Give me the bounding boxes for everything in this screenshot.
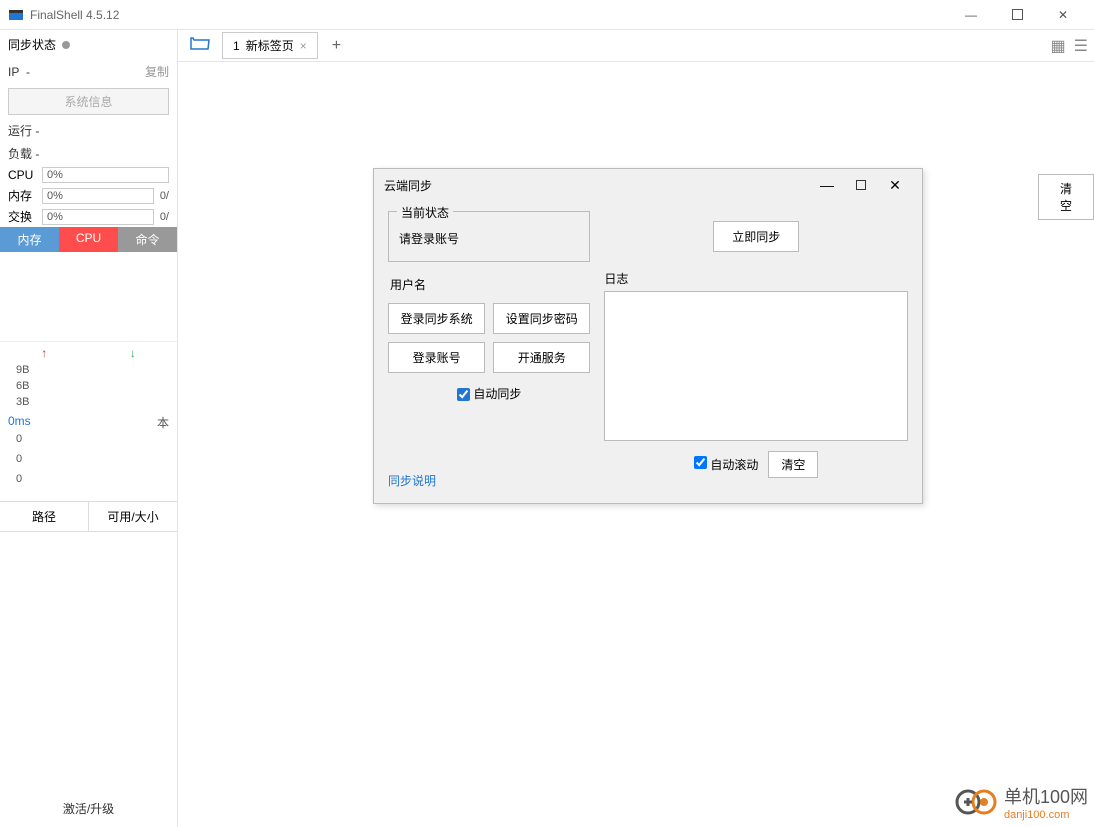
scale-6b: 6B xyxy=(0,380,177,396)
swap-extra: 0/ xyxy=(160,211,169,223)
scale-9b: 9B xyxy=(0,364,177,380)
watermark: 单机100网 danji100.com xyxy=(954,783,1088,821)
auto-scroll-label[interactable]: 自动滚动 xyxy=(694,456,758,473)
disk-table-body xyxy=(0,532,177,790)
log-textarea[interactable] xyxy=(604,291,908,441)
tab-1[interactable]: 1 新标签页 × xyxy=(222,32,318,59)
tabbar: 1 新标签页 × + ▦ ☰ xyxy=(178,30,1094,62)
swap-meter: 交换 0% 0/ xyxy=(0,206,177,227)
sync-help-link[interactable]: 同步说明 xyxy=(388,472,436,489)
sync-status-dot-icon xyxy=(62,41,70,49)
cpu-bar: 0% xyxy=(42,167,169,183)
tab-1-label: 新标签页 xyxy=(246,37,294,54)
swap-bar: 0% xyxy=(42,209,154,225)
memory-bar: 0% xyxy=(42,188,154,204)
arrow-up-icon: ↑ xyxy=(41,346,47,360)
running-line: 运行 - xyxy=(0,119,177,142)
open-service-button[interactable]: 开通服务 xyxy=(493,342,590,373)
disk-table-header: 路径 可用/大小 xyxy=(0,501,177,532)
maximize-button[interactable] xyxy=(994,0,1040,30)
sync-now-button[interactable]: 立即同步 xyxy=(713,221,799,252)
current-status-fieldset: 当前状态 请登录账号 xyxy=(388,211,590,262)
zero3: 0 xyxy=(0,473,177,493)
zero2: 0 xyxy=(0,453,177,473)
ip-label: IP xyxy=(8,65,19,79)
copy-ip-button[interactable]: 复制 xyxy=(145,63,169,80)
col-path[interactable]: 路径 xyxy=(0,502,89,531)
watermark-logo-icon xyxy=(954,787,998,817)
grid-view-icon[interactable]: ▦ xyxy=(1051,36,1066,56)
swap-label: 交换 xyxy=(8,208,36,225)
login-prompt-text: 请登录账号 xyxy=(399,232,459,246)
dialog-close-button[interactable]: ✕ xyxy=(878,177,912,194)
login-account-button[interactable]: 登录账号 xyxy=(388,342,485,373)
sidebar: 同步状态 IP - 复制 系统信息 运行 - 负载 - CPU 0% 内存 0%… xyxy=(0,30,178,827)
set-sync-password-button[interactable]: 设置同步密码 xyxy=(493,303,590,334)
watermark-name: 单机100网 xyxy=(1004,783,1088,809)
close-button[interactable]: ✕ xyxy=(1040,0,1086,30)
sync-status-label: 同步状态 xyxy=(8,36,56,53)
sync-status-row[interactable]: 同步状态 xyxy=(0,30,177,59)
login-sync-system-button[interactable]: 登录同步系统 xyxy=(388,303,485,334)
window-title: FinalShell 4.5.12 xyxy=(30,8,948,22)
dialog-title: 云端同步 xyxy=(384,177,810,194)
load-line: 负载 - xyxy=(0,142,177,165)
open-folder-icon[interactable] xyxy=(184,35,216,56)
local-label: 本 xyxy=(157,414,169,431)
clear-button[interactable]: 清空 xyxy=(1038,174,1094,220)
ip-row: IP - 复制 xyxy=(0,59,177,84)
list-view-icon[interactable]: ☰ xyxy=(1074,36,1088,56)
tab-1-num: 1 xyxy=(233,39,240,53)
content-area: 1 新标签页 × + ▦ ☰ 清空 云端同步 — ✕ 当前状态 xyxy=(178,30,1094,827)
latency-row: 0ms 本 xyxy=(0,412,177,433)
memory-extra: 0/ xyxy=(160,190,169,202)
tab-memory[interactable]: 内存 xyxy=(0,227,59,252)
tab-command[interactable]: 命令 xyxy=(118,227,177,252)
latency-value: 0ms xyxy=(8,414,31,431)
auto-scroll-checkbox[interactable] xyxy=(694,456,707,469)
app-icon xyxy=(8,7,24,23)
minimize-button[interactable]: — xyxy=(948,0,994,30)
auto-sync-checkbox[interactable] xyxy=(457,388,470,401)
metric-tabs: 内存 CPU 命令 xyxy=(0,227,177,252)
auto-sync-label[interactable]: 自动同步 xyxy=(457,387,521,401)
ip-value: - xyxy=(26,65,30,79)
username-label: 用户名 xyxy=(390,276,590,293)
dialog-maximize-button[interactable] xyxy=(844,177,878,193)
log-clear-button[interactable]: 清空 xyxy=(768,451,818,478)
memory-meter: 内存 0% 0/ xyxy=(0,185,177,206)
activate-upgrade-button[interactable]: 激活/升级 xyxy=(0,790,177,827)
cpu-meter: CPU 0% xyxy=(0,165,177,185)
titlebar: FinalShell 4.5.12 — ✕ xyxy=(0,0,1094,30)
memory-label: 内存 xyxy=(8,187,36,204)
zero1: 0 xyxy=(0,433,177,453)
net-arrows: ↑ ↓ xyxy=(0,342,177,364)
watermark-domain: danji100.com xyxy=(1004,809,1088,821)
cloud-sync-dialog: 云端同步 — ✕ 当前状态 请登录账号 用户名 登录同步系统 设置同步密码 登录… xyxy=(373,168,923,504)
col-avail-size[interactable]: 可用/大小 xyxy=(89,502,177,531)
current-status-legend: 当前状态 xyxy=(397,204,453,221)
log-label: 日志 xyxy=(604,270,908,287)
tab-1-close-icon[interactable]: × xyxy=(300,39,307,53)
graph-area xyxy=(0,252,177,342)
dialog-titlebar[interactable]: 云端同步 — ✕ xyxy=(374,169,922,201)
system-info-button[interactable]: 系统信息 xyxy=(8,88,169,115)
tab-cpu[interactable]: CPU xyxy=(59,227,118,252)
tab-add-button[interactable]: + xyxy=(324,37,349,55)
arrow-down-icon: ↓ xyxy=(130,346,136,360)
scale-3b: 3B xyxy=(0,396,177,412)
cpu-label: CPU xyxy=(8,168,36,182)
dialog-minimize-button[interactable]: — xyxy=(810,177,844,193)
